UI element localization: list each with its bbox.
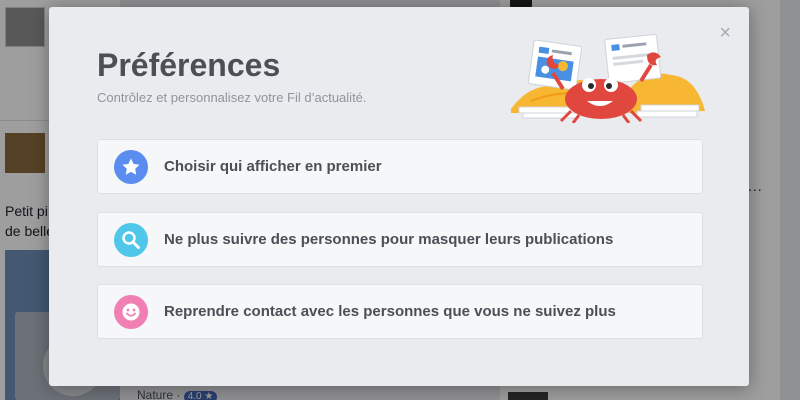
search-icon (114, 223, 148, 257)
option-label: Ne plus suivre des personnes pour masque… (164, 231, 614, 248)
option-reconnect-people[interactable]: Reprendre contact avec les personnes que… (97, 284, 703, 339)
option-label: Choisir qui afficher en premier (164, 158, 382, 175)
smiley-icon (114, 295, 148, 329)
crab-illustration (511, 33, 705, 123)
close-icon[interactable]: × (719, 23, 731, 43)
option-label: Reprendre contact avec les personnes que… (164, 303, 616, 320)
dialog-title: Préférences (97, 47, 281, 83)
option-see-first[interactable]: Choisir qui afficher en premier (97, 139, 703, 194)
option-unfollow-people[interactable]: Ne plus suivre des personnes pour masque… (97, 212, 703, 267)
preferences-dialog: × Préférences Contrôlez et personnalisez… (49, 7, 749, 386)
dialog-subtitle: Contrôlez et personnalisez votre Fil d’a… (97, 90, 367, 105)
star-icon (114, 150, 148, 184)
